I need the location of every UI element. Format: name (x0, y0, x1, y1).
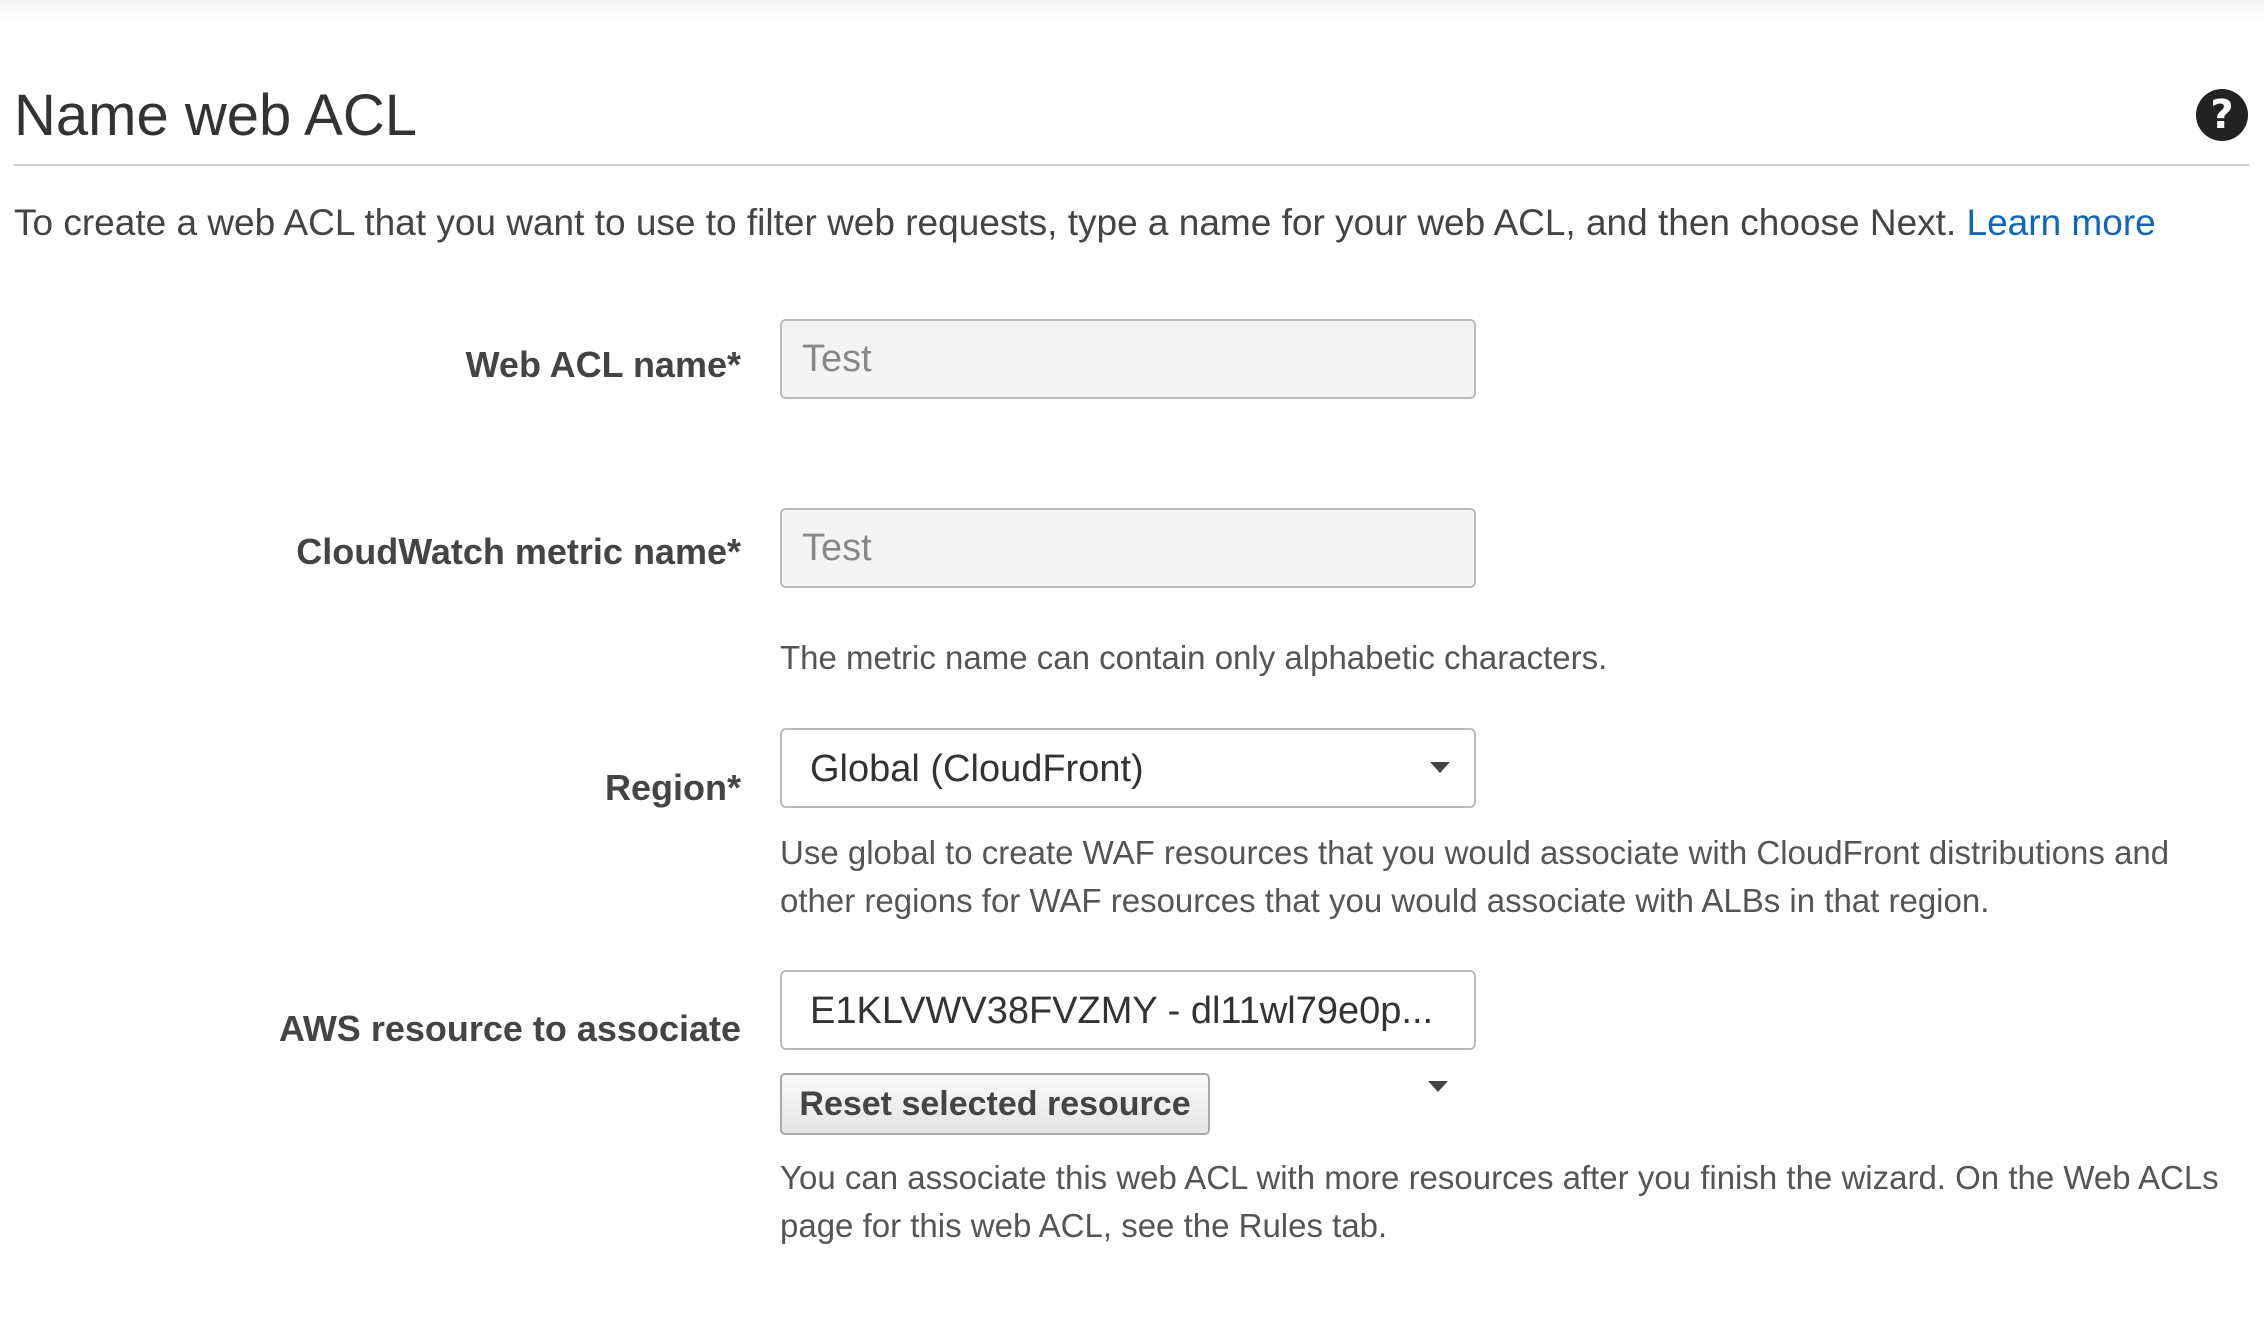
region-select[interactable]: Global (CloudFront) (780, 728, 1476, 808)
intro-text: To create a web ACL that you want to use… (14, 198, 2254, 248)
learn-more-link[interactable]: Learn more (1967, 202, 2156, 243)
reset-selected-resource-button[interactable]: Reset selected resource (780, 1073, 1210, 1135)
title-divider (14, 164, 2249, 166)
top-band (0, 0, 2264, 24)
metric-name-hint: The metric name can contain only alphabe… (780, 639, 1608, 676)
metric-name-input[interactable] (780, 508, 1476, 588)
resource-label: AWS resource to associate (278, 1008, 741, 1049)
region-selected-value: Global (CloudFront) (810, 748, 1144, 790)
resource-hint-line-1: You can associate this web ACL with more… (780, 1159, 2219, 1196)
region-hint-line-1: Use global to create WAF resources that … (780, 834, 2170, 871)
intro-description: To create a web ACL that you want to use… (14, 202, 1957, 243)
chevron-down-icon (1430, 762, 1450, 773)
resource-hint-line-2: page for this web ACL, see the Rules tab… (780, 1207, 1388, 1244)
resource-selected-value: E1KLVWV38FVZMY - dl11wl79e0p... (810, 990, 1434, 1032)
region-label: Region* (604, 767, 741, 808)
resource-select[interactable]: E1KLVWV38FVZMY - dl11wl79e0p... (780, 970, 1476, 1050)
region-hint-line-2: other regions for WAF resources that you… (780, 882, 1990, 919)
help-icon[interactable]: ? (2196, 89, 2248, 141)
web-acl-name-label: Web ACL name* (465, 344, 741, 385)
web-acl-name-input[interactable] (780, 319, 1476, 399)
chevron-down-icon[interactable] (1428, 1081, 1448, 1092)
page-title: Name web ACL (14, 83, 417, 148)
metric-name-label: CloudWatch metric name* (296, 531, 741, 572)
